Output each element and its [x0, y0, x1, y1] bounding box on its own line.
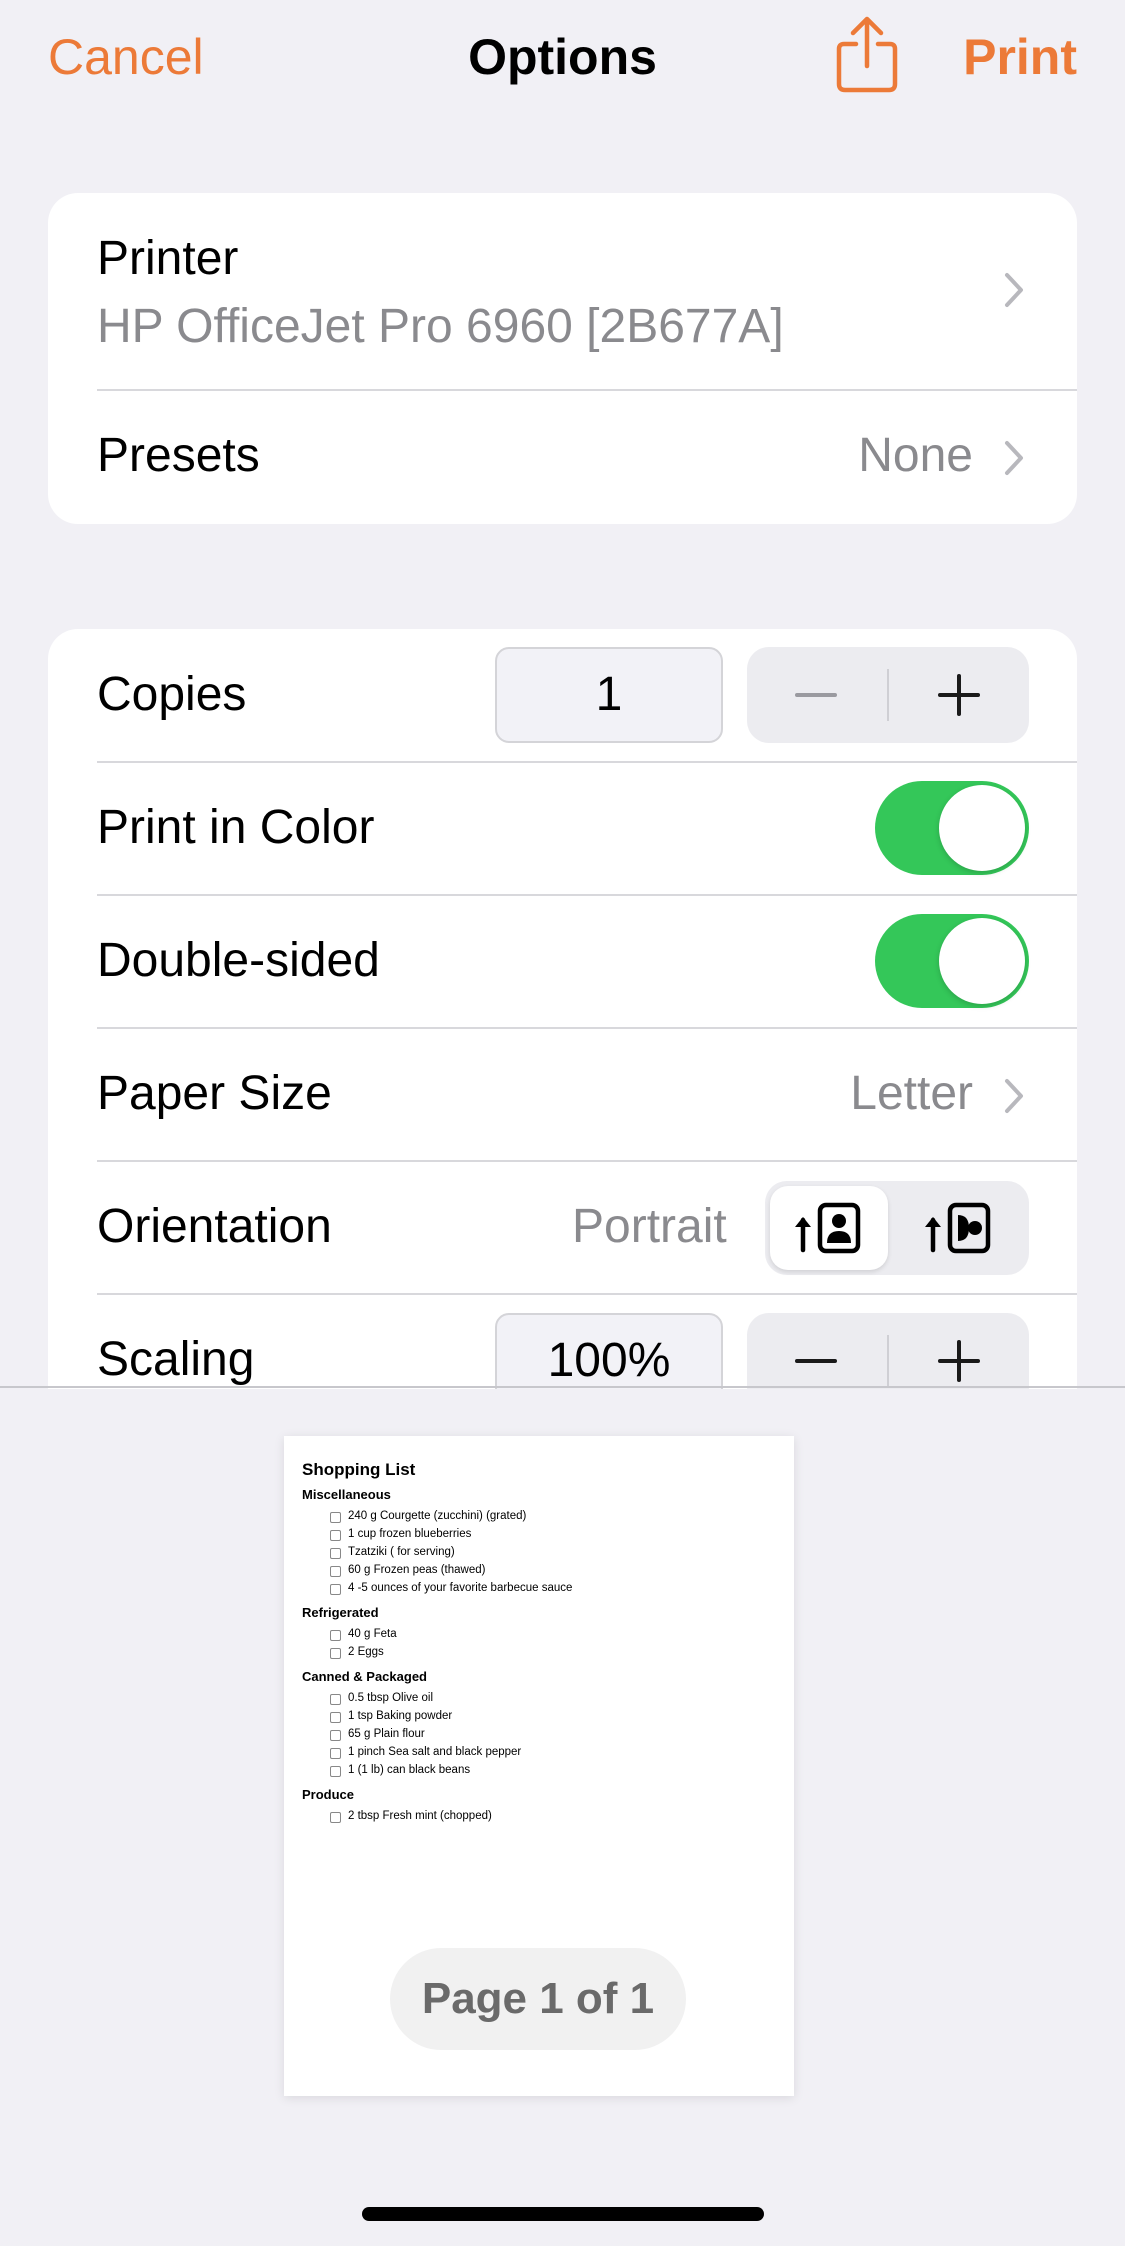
checkbox-icon — [330, 1748, 341, 1759]
preview-item: 0.5 tbsp Olive oil — [348, 1692, 434, 1704]
preview-title: Shopping List — [302, 1460, 416, 1479]
toggle-knob — [939, 785, 1025, 871]
scaling-field[interactable]: 100% — [495, 1313, 723, 1389]
checkbox-icon — [330, 1584, 341, 1595]
landscape-option[interactable] — [923, 1202, 993, 1259]
orientation-row: Orientation Portrait — [48, 1162, 1077, 1294]
double-sided-toggle[interactable] — [875, 914, 1029, 1008]
checkbox-icon — [330, 1548, 341, 1559]
page-title: Options — [468, 29, 657, 85]
orientation-label: Orientation — [97, 1200, 332, 1253]
preview-section-heading: Miscellaneous — [302, 1487, 391, 1502]
printer-row[interactable]: Printer HP OfficeJet Pro 6960 [2B677A] — [48, 193, 1077, 390]
checkbox-icon — [330, 1766, 341, 1777]
chevron-right-icon — [1003, 439, 1025, 477]
preview-item: 2 Eggs — [348, 1646, 384, 1658]
orientation-segmented-control — [765, 1181, 1029, 1275]
preview-item: 40 g Feta — [348, 1628, 397, 1640]
presets-row[interactable]: Presets None — [48, 391, 1077, 524]
preview-item: Tzatziki ( for serving) — [348, 1546, 455, 1558]
minus-icon — [795, 693, 837, 697]
checkbox-icon — [330, 1566, 341, 1577]
checkbox-icon — [330, 1712, 341, 1723]
copies-stepper — [747, 647, 1029, 743]
printer-card: Printer HP OfficeJet Pro 6960 [2B677A] P… — [48, 193, 1077, 524]
checkbox-icon — [330, 1512, 341, 1523]
preview-item: 1 pinch Sea salt and black pepper — [348, 1746, 522, 1758]
checkbox-icon — [330, 1694, 341, 1705]
presets-label: Presets — [97, 429, 260, 482]
paper-size-value: Letter — [850, 1067, 973, 1120]
home-indicator[interactable] — [362, 2207, 764, 2221]
preview-section-heading: Canned & Packaged — [302, 1669, 427, 1684]
orientation-value: Portrait — [572, 1200, 727, 1253]
preview-item: 1 (1 lb) can black beans — [348, 1764, 471, 1776]
checkbox-icon — [330, 1812, 341, 1823]
double-sided-row: Double-sided — [48, 896, 1077, 1028]
preview-item: 240 g Courgette (zucchini) (grated) — [348, 1510, 527, 1522]
page-indicator: Page 1 of 1 — [390, 1948, 686, 2050]
preview-item: 1 tsp Baking powder — [348, 1710, 453, 1722]
printer-label: Printer — [97, 232, 239, 285]
checkbox-icon — [330, 1648, 341, 1659]
print-color-toggle[interactable] — [875, 781, 1029, 875]
scaling-stepper — [747, 1313, 1029, 1389]
checkbox-icon — [330, 1630, 341, 1641]
preview-item: 65 g Plain flour — [348, 1728, 425, 1740]
preview-section-heading: Refrigerated — [302, 1605, 379, 1620]
decrement-button[interactable] — [747, 1313, 887, 1389]
paper-size-label: Paper Size — [97, 1067, 332, 1120]
preview-item: 1 cup frozen blueberries — [348, 1528, 472, 1540]
print-color-row: Print in Color — [48, 763, 1077, 895]
chevron-right-icon — [1003, 271, 1025, 309]
landscape-icon — [925, 1202, 991, 1254]
nav-bar: Cancel Options Print — [0, 0, 1125, 115]
print-button[interactable]: Print — [963, 28, 1077, 86]
chevron-right-icon — [1003, 1077, 1025, 1115]
options-card: Copies 1 Print in Color Double-sided Pap… — [48, 629, 1077, 1389]
preview-item: 2 tbsp Fresh mint (chopped) — [348, 1810, 492, 1822]
preview-section-heading: Produce — [302, 1787, 355, 1802]
scaling-label: Scaling — [97, 1333, 255, 1386]
checkbox-icon — [330, 1730, 341, 1741]
sheet-divider — [0, 1386, 1125, 1388]
copies-row: Copies 1 — [48, 629, 1077, 762]
increment-button[interactable] — [889, 647, 1029, 743]
scaling-row: Scaling 100% — [48, 1295, 1077, 1389]
preview-item: 4 -5 ounces of your favorite barbecue sa… — [348, 1582, 573, 1594]
increment-button[interactable] — [889, 1313, 1029, 1389]
plus-icon — [957, 674, 961, 716]
paper-size-row[interactable]: Paper Size Letter — [48, 1029, 1077, 1161]
double-sided-label: Double-sided — [97, 934, 380, 987]
plus-icon — [957, 1340, 961, 1382]
decrement-button[interactable] — [747, 647, 887, 743]
copies-label: Copies — [97, 668, 247, 721]
share-icon[interactable] — [834, 14, 900, 94]
print-color-label: Print in Color — [97, 801, 375, 854]
preview-item: 60 g Frozen peas (thawed) — [348, 1564, 486, 1576]
printer-value: HP OfficeJet Pro 6960 [2B677A] — [97, 300, 784, 353]
minus-icon — [795, 1359, 837, 1363]
copies-field[interactable]: 1 — [495, 647, 723, 743]
portrait-icon — [793, 1202, 863, 1259]
presets-value: None — [858, 429, 973, 482]
checkbox-icon — [330, 1530, 341, 1541]
toggle-knob — [939, 918, 1025, 1004]
